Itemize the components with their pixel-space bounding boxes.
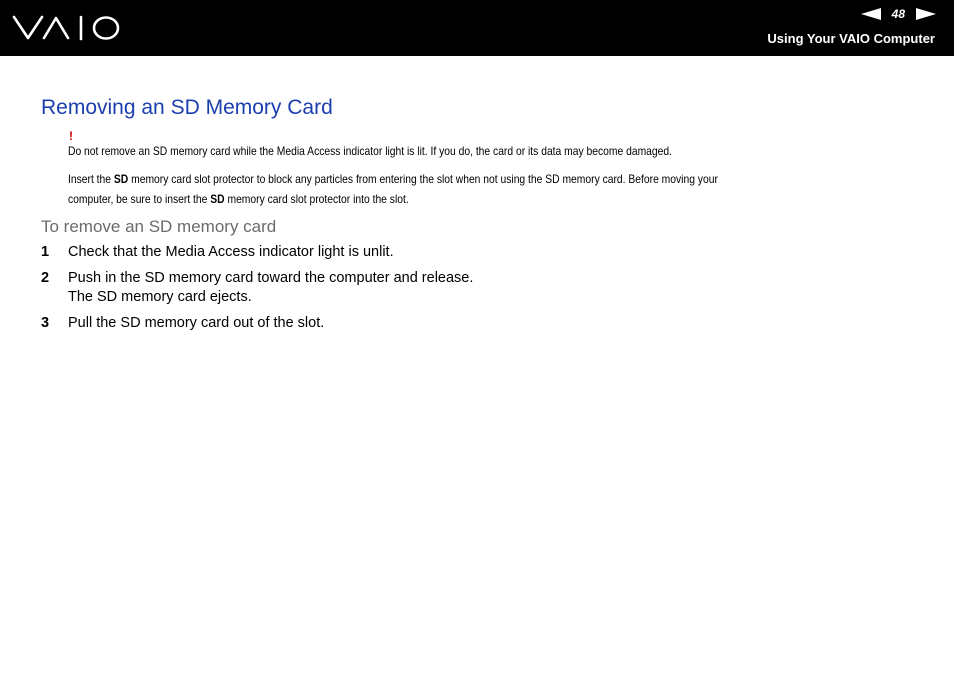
step-text: Push in the SD memory card toward the co… [68, 270, 474, 286]
list-item: 1 Check that the Media Access indicator … [41, 243, 921, 262]
sd-label: SD [113, 172, 129, 186]
page-title: Removing an SD Memory Card [41, 96, 333, 119]
left-triangle-icon[interactable] [860, 8, 881, 20]
page-navigation: 48 [860, 7, 936, 21]
right-triangle-icon[interactable] [916, 8, 936, 20]
page-number: 48 [891, 7, 905, 21]
procedure-title: To remove an SD memory card [41, 217, 277, 236]
page-content: Removing an SD Memory Card ! Do not remo… [41, 96, 921, 340]
step-number: 1 [41, 244, 50, 260]
step-number: 2 [41, 270, 50, 286]
sd-label: SD [210, 192, 225, 206]
steps-list: 1 Check that the Media Access indicator … [41, 243, 921, 333]
step-number: 3 [41, 315, 50, 331]
info-note: Insert the SD memory card slot protector… [68, 172, 718, 206]
list-item: 3 Pull the SD memory card out of the slo… [41, 314, 921, 333]
step-text: Check that the Media Access indicator li… [68, 244, 394, 260]
step-subtext: The SD memory card ejects. [68, 289, 252, 305]
section-title: Using Your VAIO Computer [767, 31, 935, 46]
header-bar: 48 Using Your VAIO Computer [0, 0, 954, 56]
vaio-logo-icon [12, 15, 120, 41]
warning-note: Do not remove an SD memory card while th… [68, 144, 673, 158]
step-text: Pull the SD memory card out of the slot. [68, 315, 325, 331]
list-item: 2 Push in the SD memory card toward the … [41, 269, 921, 307]
